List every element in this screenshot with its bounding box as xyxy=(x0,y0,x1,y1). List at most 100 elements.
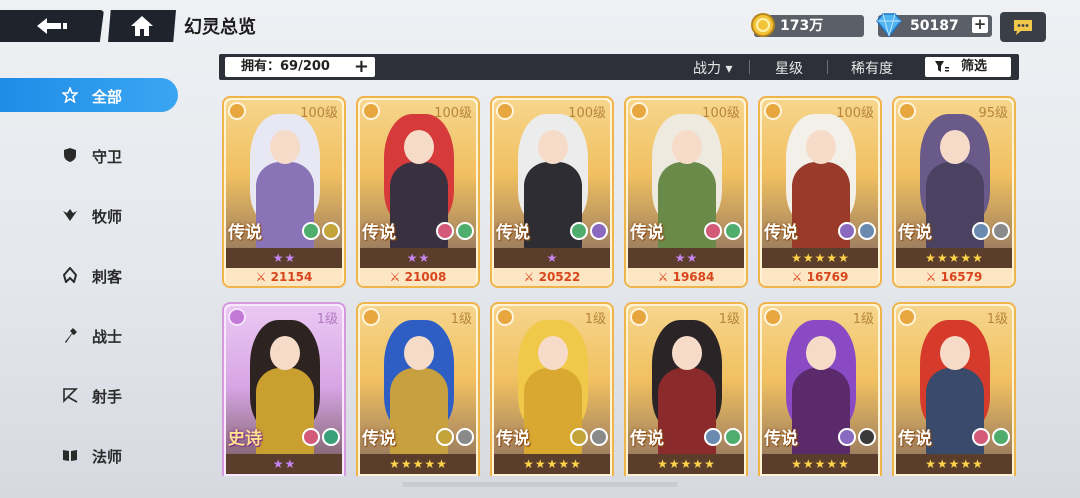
gem-counter: 50187 + xyxy=(876,13,992,38)
hero-face xyxy=(806,130,836,164)
star-icon: ★ xyxy=(400,457,412,471)
mage-book-icon xyxy=(63,450,77,461)
sidebar-item-label: 刺客 xyxy=(92,268,123,286)
sort-star-button[interactable]: 星级 xyxy=(775,58,803,78)
hero-card[interactable]: 1级 传说 ★ ★ ★ ★ ★ xyxy=(356,302,480,476)
owned-count[interactable]: 拥有：69/200 + xyxy=(225,57,375,77)
expand-slots-plus-icon[interactable]: + xyxy=(354,57,369,77)
class-badge-icon xyxy=(362,102,380,120)
star-rating: ★ ★ xyxy=(226,248,342,268)
combat-power: ⚔ 16769 xyxy=(762,268,878,286)
combat-power-value: 16769 xyxy=(806,270,849,284)
class-badge-icon xyxy=(496,308,514,326)
class-badge-icon xyxy=(228,308,246,326)
gold-counter: 173万 xyxy=(751,13,864,38)
element-icon xyxy=(456,222,474,240)
home-button[interactable] xyxy=(108,10,176,42)
sidebar-item-priest[interactable]: 牧师 xyxy=(0,198,180,232)
star-rating: ★ ★ xyxy=(628,248,744,268)
sidebar-item-guard[interactable]: 守卫 xyxy=(0,138,180,172)
star-rating: ★ ★ ★ ★ ★ xyxy=(762,248,878,268)
element-badges xyxy=(972,222,1010,240)
element-icon xyxy=(972,428,990,446)
element-icon xyxy=(590,428,608,446)
sidebar-item-warrior[interactable]: 战士 xyxy=(0,318,180,352)
hero-card[interactable]: 100级 传说 ★ ★ ⚔ 21008 xyxy=(356,96,480,288)
hero-card[interactable]: 95级 传说 ★ ★ ★ ★ ★ ⚔ 16579 xyxy=(892,96,1016,288)
chat-icon xyxy=(1014,20,1032,35)
back-arrow-icon xyxy=(37,18,67,34)
hero-level: 100级 xyxy=(836,106,874,121)
star-icon: ★ xyxy=(546,251,558,265)
element-icon xyxy=(302,222,320,240)
filter-button[interactable]: 筛选 xyxy=(925,57,1011,77)
hero-level: 1级 xyxy=(584,312,606,327)
star-rating: ★ ★ ★ ★ ★ xyxy=(360,454,476,474)
star-icon: ★ xyxy=(284,457,296,471)
star-icon: ★ xyxy=(960,251,972,265)
hero-card[interactable]: 1级 传说 ★ ★ ★ ★ ★ xyxy=(892,302,1016,476)
sidebar-item-archer[interactable]: 射手 xyxy=(0,378,180,412)
element-badges xyxy=(436,222,474,240)
star-icon: ★ xyxy=(972,251,983,265)
rarity-label: 传说 xyxy=(228,223,262,243)
combat-power: ⚔ 20522 xyxy=(494,268,610,286)
star-icon: ★ xyxy=(418,251,430,265)
star-icon: ★ xyxy=(534,457,546,471)
sidebar-item-assassin[interactable]: 刺客 xyxy=(0,258,180,292)
star-icon: ★ xyxy=(523,457,534,471)
rarity-label: 传说 xyxy=(630,223,664,243)
star-icon: ★ xyxy=(826,251,838,265)
sort-rarity-button[interactable]: 稀有度 xyxy=(851,58,893,78)
element-icon xyxy=(724,222,742,240)
star-icon: ★ xyxy=(424,457,436,471)
element-badges xyxy=(570,222,608,240)
star-rating: ★ ★ ★ ★ ★ xyxy=(762,454,878,474)
element-icon xyxy=(838,222,856,240)
hero-card[interactable]: 100级 传说 ★ ★ ★ ★ ★ ⚔ 16769 xyxy=(758,96,882,288)
star-icon: ★ xyxy=(674,251,686,265)
warrior-axe-icon xyxy=(65,328,77,343)
star-icon: ★ xyxy=(284,251,296,265)
add-gems-button[interactable]: + xyxy=(972,17,988,33)
star-icon: ★ xyxy=(389,457,400,471)
chat-button[interactable] xyxy=(1000,12,1046,42)
class-badge-icon xyxy=(898,308,916,326)
star-icon: ★ xyxy=(686,251,698,265)
back-button[interactable] xyxy=(0,10,104,42)
element-icon xyxy=(724,428,742,446)
hero-card[interactable]: 1级 史诗 ★ ★ xyxy=(222,302,346,476)
class-badge-icon xyxy=(496,102,514,120)
element-icon xyxy=(992,222,1010,240)
class-badge-icon xyxy=(764,102,782,120)
element-icon xyxy=(972,222,990,240)
element-icon xyxy=(570,428,588,446)
filter-label: 筛选 xyxy=(961,59,988,74)
sort-power-button[interactable]: 战力 ▾ xyxy=(693,58,732,78)
hero-level: 1级 xyxy=(316,312,338,327)
sidebar-item-mage[interactable]: 法师 xyxy=(0,438,180,472)
hero-level: 1级 xyxy=(718,312,740,327)
gold-coin-icon xyxy=(751,13,775,37)
hero-card[interactable]: 100级 传说 ★ ⚔ 20522 xyxy=(490,96,614,288)
sidebar-item-all[interactable]: 全部 xyxy=(0,78,178,112)
star-icon: ★ xyxy=(704,457,715,471)
hero-card[interactable]: 1级 传说 ★ ★ ★ ★ ★ xyxy=(624,302,748,476)
divider xyxy=(749,60,750,74)
hero-face xyxy=(672,130,702,164)
rarity-label: 传说 xyxy=(496,223,530,243)
hero-level: 100级 xyxy=(434,106,472,121)
element-icon xyxy=(322,222,340,240)
hero-card[interactable]: 100级 传说 ★ ★ ⚔ 21154 xyxy=(222,96,346,288)
star-icon: ★ xyxy=(692,457,704,471)
star-icon: ★ xyxy=(558,457,570,471)
element-icon xyxy=(704,428,722,446)
hero-card[interactable]: 1级 传说 ★ ★ ★ ★ ★ xyxy=(490,302,614,476)
hero-card[interactable]: 100级 传说 ★ ★ ⚔ 19684 xyxy=(624,96,748,288)
hero-face xyxy=(404,336,434,370)
combat-power-value: 21154 xyxy=(270,270,313,284)
star-rating: ★ ★ xyxy=(360,248,476,268)
star-icon: ★ xyxy=(960,457,972,471)
hero-card[interactable]: 1级 传说 ★ ★ ★ ★ ★ xyxy=(758,302,882,476)
element-icon xyxy=(322,428,340,446)
